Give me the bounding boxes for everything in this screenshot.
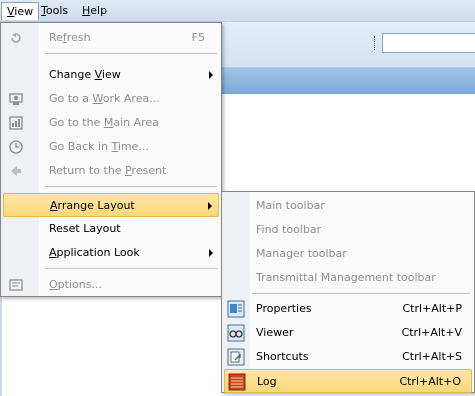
menu-view[interactable]: View: [1, 2, 40, 20]
submenu-arrow-icon: [208, 202, 212, 210]
menu-item-shortcut: F5: [191, 31, 205, 44]
properties-icon: [226, 299, 246, 319]
shortcuts-icon: [226, 347, 246, 367]
menu-item-arrange-layout[interactable]: Arrange Layout: [3, 193, 219, 217]
submenu-item-find-toolbar[interactable]: Find toolbar: [224, 218, 472, 242]
menu-tools-rest: ools: [45, 4, 69, 17]
arrange-layout-submenu: Main toolbar Find toolbar Manager toolba…: [221, 191, 475, 393]
menu-help[interactable]: Help: [77, 2, 112, 20]
return-icon: [7, 162, 25, 180]
submenu-item-viewer[interactable]: Viewer Ctrl+Alt+V: [224, 321, 472, 345]
menu-item-go-to-main-area[interactable]: Go to the Main Area: [3, 111, 219, 135]
menu-item-label: Reset Layout: [49, 222, 121, 235]
menu-item-reset-layout[interactable]: Reset Layout: [3, 217, 219, 241]
menu-item-label: Log: [257, 375, 277, 388]
menu-view-rest: iew: [14, 5, 34, 18]
menu-item-label: Change View: [49, 68, 121, 81]
menu-separator: [45, 53, 217, 54]
menu-item-label: Go Back in Time...: [49, 140, 149, 153]
submenu-item-manager-toolbar[interactable]: Manager toolbar: [224, 242, 472, 266]
menu-item-shortcut: Ctrl+Alt+O: [399, 375, 461, 388]
submenu-arrow-icon: [209, 249, 213, 257]
toolbar-grip[interactable]: [374, 36, 377, 50]
menu-item-change-view[interactable]: Change View: [3, 63, 219, 87]
menu-item-refresh[interactable]: Refresh F5: [3, 26, 219, 50]
view-menu: Refresh F5 Change View Go to a Work Area…: [0, 22, 222, 297]
menu-item-label: Go to a Work Area...: [49, 92, 160, 105]
main-area-icon: [7, 114, 25, 132]
toolbar-search-input[interactable]: [382, 33, 475, 53]
submenu-item-log[interactable]: Log Ctrl+Alt+O: [224, 369, 472, 393]
refresh-icon: [7, 29, 25, 47]
viewer-icon: [226, 323, 246, 343]
menu-item-label: Arrange Layout: [50, 199, 135, 212]
menu-item-shortcut: Ctrl+Alt+S: [402, 350, 462, 363]
menu-item-shortcut: Ctrl+Alt+V: [401, 326, 462, 339]
menu-item-label: Options...: [49, 278, 102, 291]
menu-item-go-back-in-time[interactable]: Go Back in Time...: [3, 135, 219, 159]
menu-separator: [45, 186, 217, 187]
submenu-item-shortcuts[interactable]: Shortcuts Ctrl+Alt+S: [224, 345, 472, 369]
menu-separator: [45, 268, 217, 269]
menu-item-label: Go to the Main Area: [49, 116, 159, 129]
submenu-item-transmittal-toolbar[interactable]: Transmittal Management toolbar: [224, 266, 472, 290]
menu-item-label: Return to the Present: [49, 164, 167, 177]
menu-item-label: Transmittal Management toolbar: [256, 271, 436, 284]
menu-item-options[interactable]: Options...: [3, 273, 219, 297]
menu-item-go-to-work-area[interactable]: Go to a Work Area...: [3, 87, 219, 111]
submenu-arrow-icon: [209, 71, 213, 79]
menu-item-label: Manager toolbar: [256, 247, 347, 260]
menu-bar: View Tools Help: [0, 0, 475, 22]
menu-item-label: Find toolbar: [256, 223, 322, 236]
work-area-icon: [7, 90, 25, 108]
menu-separator: [252, 293, 470, 294]
menu-item-application-look[interactable]: Application Look: [3, 241, 219, 265]
submenu-item-properties[interactable]: Properties Ctrl+Alt+P: [224, 297, 472, 321]
menu-tools[interactable]: Tools: [36, 2, 73, 20]
menu-item-label: Refresh: [49, 31, 91, 44]
submenu-item-main-toolbar[interactable]: Main toolbar: [224, 194, 472, 218]
menu-item-label: Properties: [256, 302, 312, 315]
menu-help-rest: elp: [90, 4, 108, 17]
options-icon: [7, 276, 25, 294]
clock-icon: [7, 138, 25, 156]
menu-item-label: Main toolbar: [256, 199, 325, 212]
menu-item-shortcut: Ctrl+Alt+P: [402, 302, 462, 315]
log-icon: [227, 372, 247, 392]
menu-item-label: Viewer: [256, 326, 294, 339]
menu-item-return-to-present[interactable]: Return to the Present: [3, 159, 219, 183]
menu-item-label: Shortcuts: [256, 350, 309, 363]
menu-item-label: Application Look: [49, 246, 140, 259]
